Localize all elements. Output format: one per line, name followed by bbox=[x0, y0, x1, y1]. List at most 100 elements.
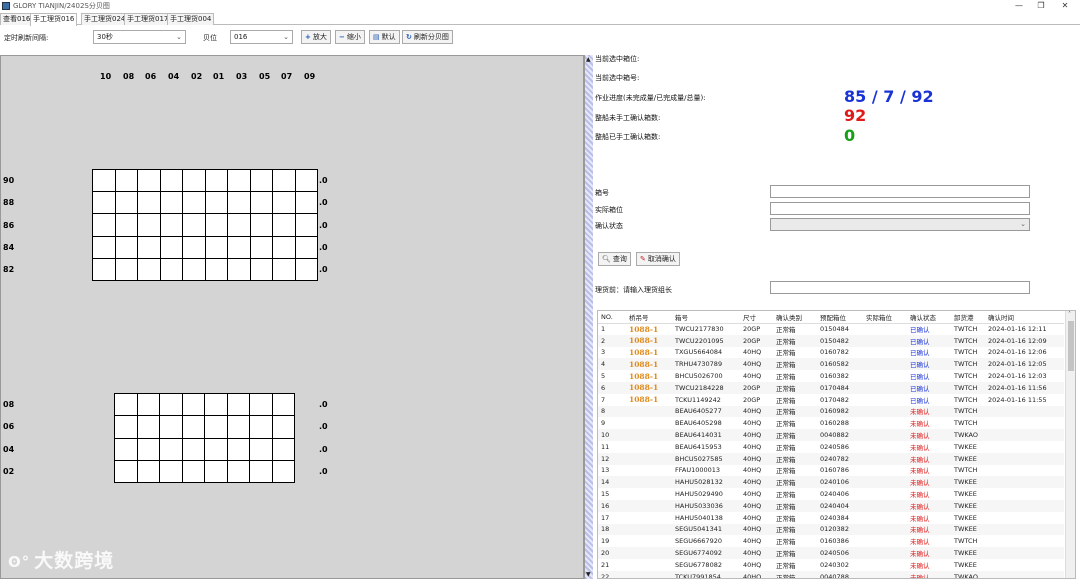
zoom-in-button[interactable]: + 放大 bbox=[301, 30, 331, 44]
slot-cell[interactable] bbox=[136, 415, 160, 439]
slot-cell[interactable] bbox=[137, 235, 161, 259]
tab-manual-tally-024[interactable]: 手工理货024 bbox=[81, 13, 129, 25]
slot-cell[interactable] bbox=[92, 168, 116, 193]
slot-cell[interactable] bbox=[181, 392, 205, 417]
maximize-button[interactable]: ❐ bbox=[1030, 0, 1052, 12]
slot-cell[interactable] bbox=[204, 459, 228, 484]
slot-cell[interactable] bbox=[294, 191, 318, 215]
column-header[interactable]: 预配箱位 bbox=[817, 311, 863, 324]
slot-cell[interactable] bbox=[227, 168, 251, 193]
slot-cell[interactable] bbox=[249, 459, 273, 484]
slot-cell[interactable] bbox=[204, 191, 228, 215]
slot-cell[interactable] bbox=[226, 459, 250, 484]
slot-cell[interactable] bbox=[159, 392, 183, 417]
slot-cell[interactable] bbox=[114, 235, 138, 259]
tab-manual-tally-016[interactable]: 手工理货016 bbox=[30, 13, 78, 26]
minimize-button[interactable]: — bbox=[1008, 0, 1030, 12]
slot-cell[interactable] bbox=[114, 459, 138, 484]
table-row[interactable]: 21 SEGU6778082 40HQ 正常箱 0240302 未确认 TWKEE bbox=[598, 559, 1064, 571]
slot-cell[interactable] bbox=[114, 437, 138, 461]
slot-cell[interactable] bbox=[136, 459, 160, 484]
table-row[interactable]: 8 BEAU6405277 40HQ 正常箱 0160982 未确认 TWTCH bbox=[598, 405, 1064, 418]
slot-cell[interactable] bbox=[249, 213, 273, 237]
slot-cell[interactable] bbox=[114, 191, 138, 215]
table-row[interactable]: 14 HAHU5028132 40HQ 正常箱 0240106 未确认 TWKEE bbox=[598, 476, 1064, 489]
table-row[interactable]: 3 1088-1 TXGU5664084 40HQ 正常箱 0160782 已确认 TWTCH… bbox=[598, 347, 1064, 359]
collapse-down-icon[interactable]: ▼ bbox=[586, 571, 591, 578]
bay-select[interactable]: 016 ⌄ bbox=[230, 30, 293, 44]
table-row[interactable]: 7 1088-1 TCKU1149242 20GP 正常箱 0170482 已确认 TWTCH… bbox=[598, 394, 1064, 406]
slot-cell[interactable] bbox=[114, 168, 138, 193]
panel-splitter[interactable]: ▲ ▼ bbox=[584, 55, 593, 579]
column-header[interactable]: NO. bbox=[598, 311, 626, 324]
slot-cell[interactable] bbox=[294, 213, 318, 237]
query-button[interactable]: 🔍︎ 查询 bbox=[598, 252, 631, 266]
scroll-up-icon[interactable]: ˄ bbox=[1068, 311, 1071, 318]
table-row[interactable]: 10 BEAU6414031 40HQ 正常箱 0040882 未确认 TWKAO bbox=[598, 429, 1064, 441]
slot-cell[interactable] bbox=[249, 392, 273, 417]
slot-cell[interactable] bbox=[249, 415, 273, 439]
slot-cell[interactable] bbox=[92, 191, 116, 215]
tally-leader-input[interactable] bbox=[770, 281, 1030, 294]
table-row[interactable]: 1 1088-1 TWCU2177830 20GP 正常箱 0150484 已确认 TWTCH… bbox=[598, 323, 1064, 335]
slot-cell[interactable] bbox=[249, 437, 273, 461]
slot-cell[interactable] bbox=[204, 437, 228, 461]
slot-cell[interactable] bbox=[136, 392, 160, 417]
slot-cell[interactable] bbox=[204, 392, 228, 417]
column-header[interactable]: 卸货港 bbox=[951, 311, 985, 324]
slot-cell[interactable] bbox=[272, 191, 296, 215]
slot-cell[interactable] bbox=[114, 392, 138, 417]
slot-cell[interactable] bbox=[159, 437, 183, 461]
slot-cell[interactable] bbox=[182, 257, 206, 282]
slot-cell[interactable] bbox=[159, 213, 183, 237]
refresh-interval-select[interactable]: 30秒 ⌄ bbox=[93, 30, 186, 44]
slot-cell[interactable] bbox=[272, 257, 296, 282]
column-header[interactable]: 尺寸 bbox=[740, 311, 773, 324]
default-button[interactable]: ▤ 默认 bbox=[369, 30, 400, 44]
slot-cell[interactable] bbox=[272, 213, 296, 237]
slot-cell[interactable] bbox=[181, 437, 205, 461]
slot-cell[interactable] bbox=[137, 191, 161, 215]
scrollbar-thumb[interactable] bbox=[1068, 321, 1074, 371]
close-button[interactable]: ✕ bbox=[1054, 0, 1076, 12]
cancel-confirm-button[interactable]: ✎ 取消确认 bbox=[636, 252, 680, 266]
slot-cell[interactable] bbox=[271, 415, 295, 439]
table-row[interactable]: 5 1088-1 BHCU5026700 40HQ 正常箱 0160382 已确认 TWTCH… bbox=[598, 370, 1064, 382]
slot-cell[interactable] bbox=[249, 257, 273, 282]
slot-cell[interactable] bbox=[159, 257, 183, 282]
slot-cell[interactable] bbox=[227, 191, 251, 215]
slot-cell[interactable] bbox=[159, 235, 183, 259]
container-table[interactable]: NO. 桥吊号 箱号 尺寸 确认类别 预配箱位 实际箱位 确认状态 卸货港 确认… bbox=[597, 310, 1076, 579]
tab-manual-tally-004[interactable]: 手工理货004 bbox=[167, 13, 215, 25]
slot-cell[interactable] bbox=[114, 213, 138, 237]
slot-cell[interactable] bbox=[159, 415, 183, 439]
collapse-up-icon[interactable]: ▲ bbox=[586, 56, 591, 63]
slot-cell[interactable] bbox=[182, 235, 206, 259]
slot-cell[interactable] bbox=[294, 257, 318, 282]
slot-cell[interactable] bbox=[159, 191, 183, 215]
slot-cell[interactable] bbox=[249, 191, 273, 215]
slot-cell[interactable] bbox=[271, 392, 295, 417]
table-row[interactable]: 12 BHCU5027585 40HQ 正常箱 0240782 未确认 TWKEE bbox=[598, 452, 1064, 465]
table-row[interactable]: 17 HAHU5040138 40HQ 正常箱 0240384 未确认 TWKEE bbox=[598, 512, 1064, 524]
column-header[interactable]: 确认时间 bbox=[985, 311, 1064, 324]
slot-cell[interactable] bbox=[227, 235, 251, 259]
slot-cell[interactable] bbox=[181, 415, 205, 439]
slot-cell[interactable] bbox=[92, 235, 116, 259]
table-row[interactable]: 16 HAHU5033036 40HQ 正常箱 0240404 未确认 TWKEE bbox=[598, 499, 1064, 512]
slot-cell[interactable] bbox=[204, 257, 228, 282]
slot-cell[interactable] bbox=[92, 213, 116, 237]
actual-slot-input[interactable] bbox=[770, 202, 1030, 215]
slot-cell[interactable] bbox=[137, 168, 161, 193]
slot-cell[interactable] bbox=[226, 415, 250, 439]
table-row[interactable]: 18 SEGU5041341 40HQ 正常箱 0120382 未确认 TWKEE bbox=[598, 523, 1064, 536]
slot-cell[interactable] bbox=[159, 168, 183, 193]
slot-cell[interactable] bbox=[137, 213, 161, 237]
slot-cell[interactable] bbox=[114, 257, 138, 282]
slot-cell[interactable] bbox=[181, 459, 205, 484]
slot-cell[interactable] bbox=[159, 459, 183, 484]
table-row[interactable]: 15 HAHU5029490 40HQ 正常箱 0240406 未确认 TWKEE bbox=[598, 488, 1064, 500]
deck-slot-grid[interactable] bbox=[92, 168, 318, 282]
slot-cell[interactable] bbox=[227, 213, 251, 237]
slot-cell[interactable] bbox=[137, 257, 161, 282]
